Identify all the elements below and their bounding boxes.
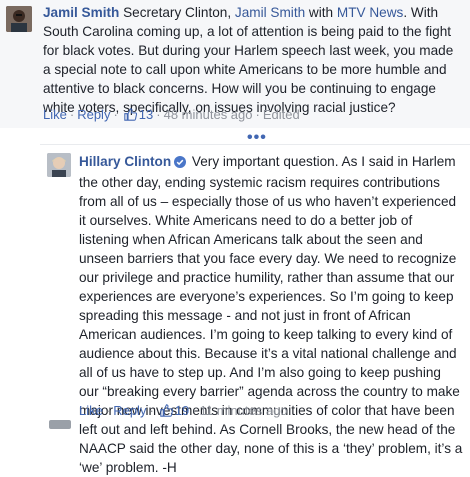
timestamp[interactable]: 11 minutes ago — [200, 403, 288, 418]
like-count[interactable]: 13 — [139, 107, 153, 122]
comment-body: Jamil Smith Secretary Clinton, Jamil Smi… — [43, 3, 463, 117]
tagged-page[interactable]: MTV News — [337, 5, 403, 20]
reply-body: Hillary Clinton Very important question.… — [79, 152, 463, 477]
thumbs-up-icon[interactable] — [124, 108, 137, 125]
like-button[interactable]: Like — [79, 403, 103, 418]
avatar-jamil-smith[interactable] — [6, 6, 32, 32]
comment-jamil-smith: Jamil Smith Secretary Clinton, Jamil Smi… — [0, 0, 470, 128]
timestamp[interactable]: 48 minutes ago — [164, 107, 253, 122]
avatar[interactable] — [49, 420, 71, 429]
thumbs-up-icon[interactable] — [160, 404, 173, 421]
comment-actions: Like · Reply · 13 · 48 minutes ago · Edited — [43, 107, 300, 125]
verified-badge-icon — [174, 154, 187, 173]
reply-author[interactable]: Hillary Clinton — [79, 154, 171, 169]
comment-text: with — [305, 5, 337, 20]
avatar-hillary-clinton[interactable] — [47, 153, 71, 177]
like-button[interactable]: Like — [43, 107, 67, 122]
edited-label[interactable]: Edited — [263, 107, 300, 122]
reply-actions: Like · Reply · 19 · 11 minutes ago — [79, 403, 288, 421]
comment-text: Secretary Clinton, — [119, 5, 235, 20]
comment-author[interactable]: Jamil Smith — [43, 5, 119, 20]
more-replies-icon[interactable]: ••• — [247, 130, 267, 146]
reply-button[interactable]: Reply — [113, 403, 146, 418]
tagged-user[interactable]: Jamil Smith — [235, 5, 305, 20]
reply-text: Very important question. As I said in Ha… — [79, 154, 463, 475]
reply-button[interactable]: Reply — [77, 107, 110, 122]
comment-thread: Jamil Smith Secretary Clinton, Jamil Smi… — [0, 0, 470, 475]
comment-text: . With South Carolina coming up, a lot o… — [43, 5, 454, 115]
divider — [40, 144, 470, 145]
like-count[interactable]: 19 — [175, 403, 189, 418]
